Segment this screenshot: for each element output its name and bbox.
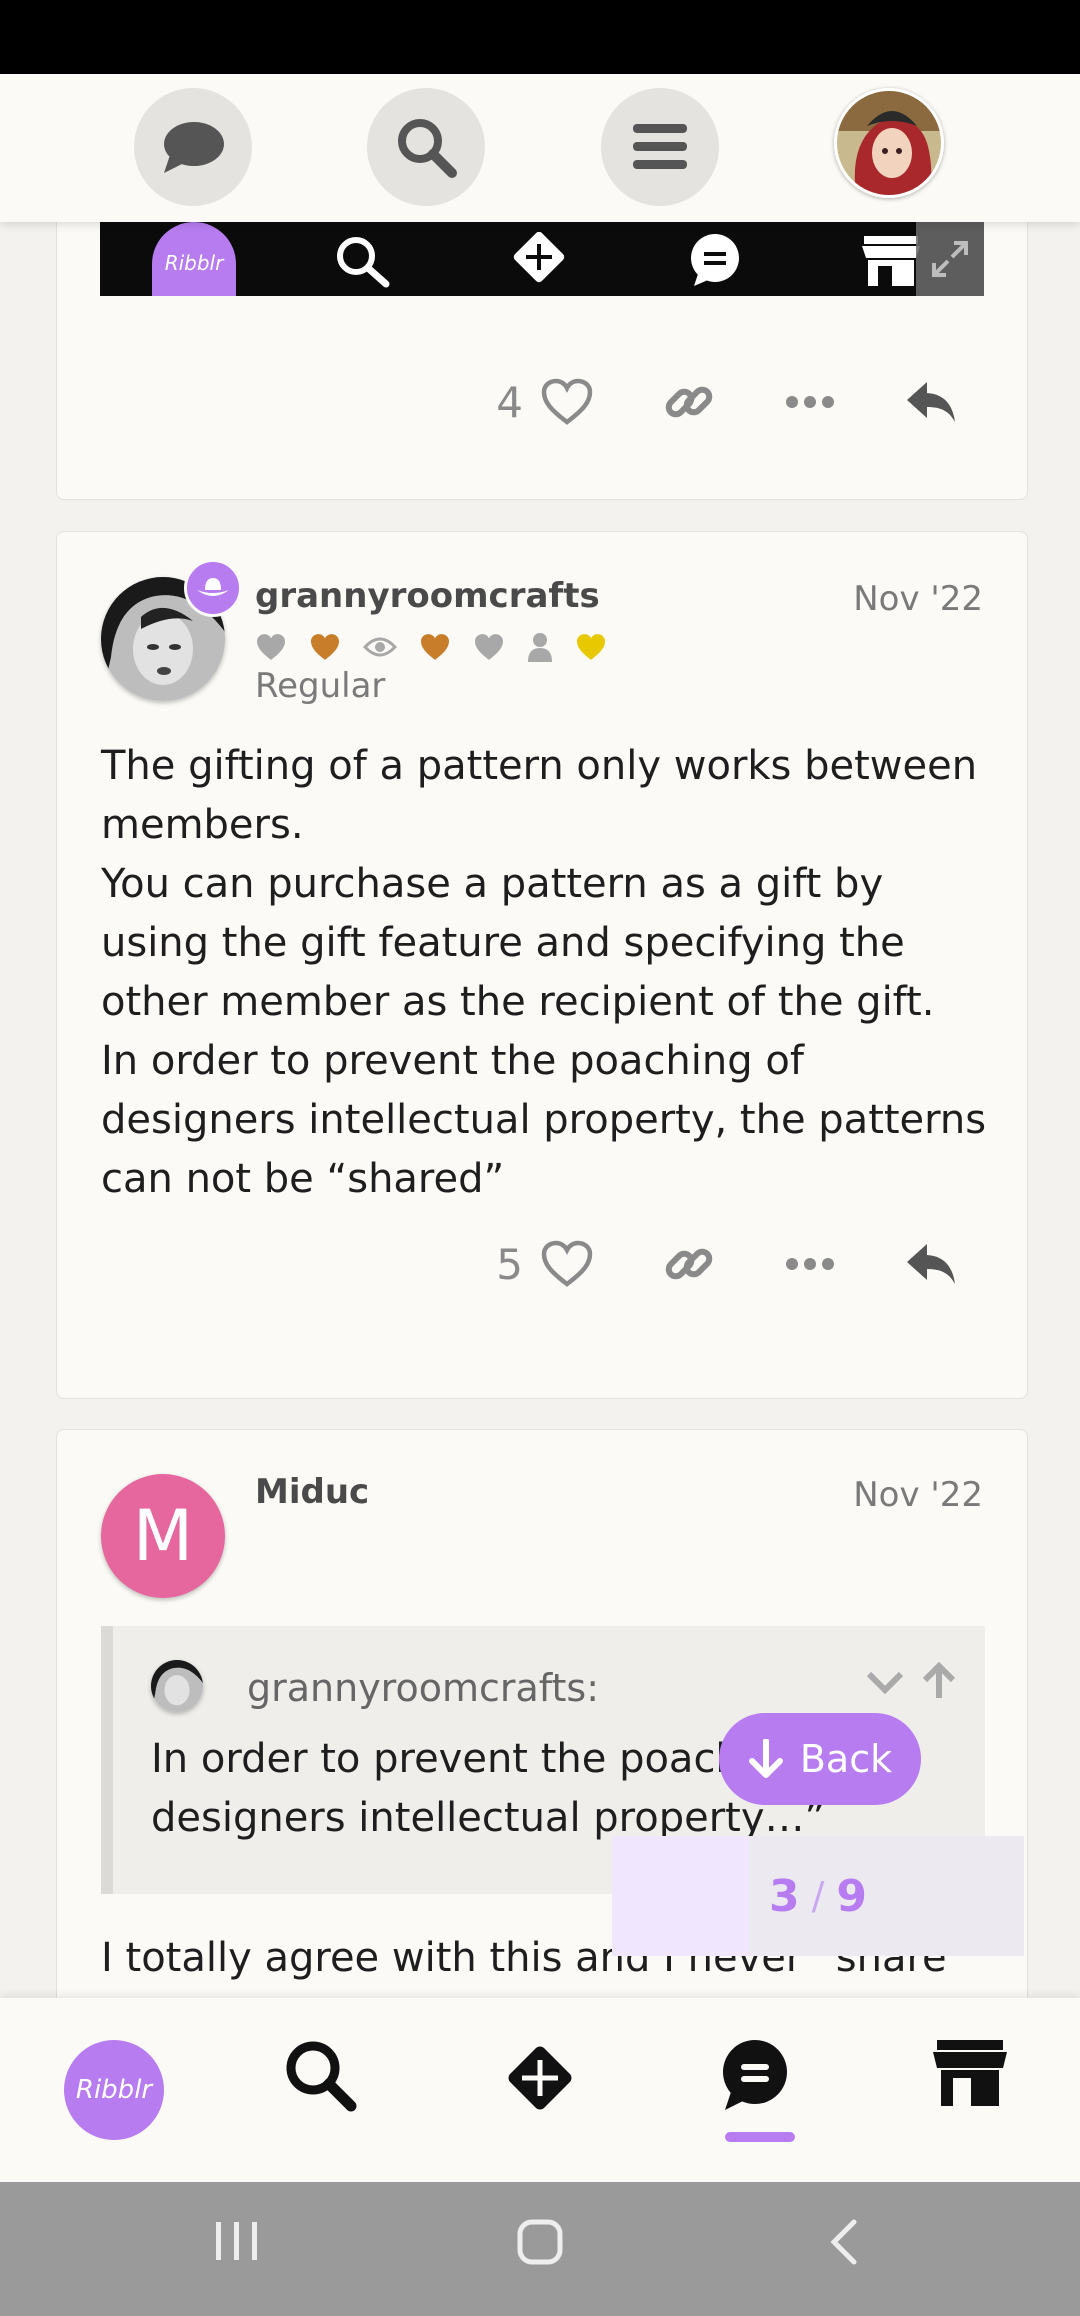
search-icon: [286, 2041, 357, 2112]
chat-icon: [723, 2040, 787, 2110]
link-icon: [665, 386, 713, 418]
heart-badge-icon: [419, 633, 451, 661]
embedded-image[interactable]: Ribblr: [100, 222, 984, 296]
hat-icon: [197, 578, 229, 596]
like-count: 5: [496, 1239, 523, 1289]
heart-badge-icon: [575, 633, 607, 661]
progress-current: 3: [768, 1870, 800, 1922]
copy-link-button[interactable]: [663, 376, 715, 428]
heart-icon: [541, 378, 593, 425]
nav-patterns-button[interactable]: [500, 2038, 580, 2118]
home-button[interactable]: [516, 2218, 564, 2270]
search-icon: [398, 119, 457, 178]
user-flair-badge: [184, 559, 242, 617]
chat-bubble-icon: [164, 122, 224, 173]
post-paragraph: You can purchase a pattern as a gift by …: [101, 861, 935, 1025]
nav-search-button[interactable]: [283, 2038, 357, 2112]
post-author-name[interactable]: grannyroomcrafts: [255, 576, 600, 616]
more-options-button[interactable]: [785, 395, 835, 409]
more-options-button[interactable]: [785, 1257, 835, 1271]
progress-separator: /: [811, 1874, 825, 1918]
ellipsis-icon: [786, 1258, 834, 1270]
reply-icon: [907, 382, 955, 422]
recent-apps-button[interactable]: [214, 2218, 260, 2268]
post-card: grannyroomcrafts Nov '22 Regular The gif…: [56, 531, 1028, 1399]
progress-total: 9: [836, 1870, 868, 1922]
post-date[interactable]: Nov '22: [853, 579, 983, 619]
link-icon: [665, 1248, 713, 1280]
hamburger-menu-icon: [633, 124, 687, 169]
patterns-icon: [508, 2046, 572, 2110]
back-button-label: Back: [799, 1737, 893, 1781]
like-button[interactable]: [541, 1240, 593, 1288]
reply-button[interactable]: [905, 380, 957, 424]
back-button[interactable]: Back: [719, 1713, 921, 1805]
embed-logo: Ribblr: [152, 222, 236, 296]
recent-apps-icon: [216, 2222, 257, 2260]
heart-badge-icon: [255, 633, 287, 661]
progress-text: 3 / 9: [612, 1836, 1024, 1956]
jump-to-quote-button[interactable]: [921, 1661, 957, 1704]
heart-icon: [541, 1240, 593, 1287]
avatar-letter: M: [132, 1495, 194, 1577]
bottom-nav: Ribblr: [0, 1998, 1080, 2182]
active-tab-indicator: [725, 2132, 795, 2142]
arrow-down-icon: [748, 1739, 783, 1778]
system-navigation-bar: [0, 2182, 1080, 2316]
quote-author-avatar: [151, 1660, 203, 1712]
chevron-down-icon: [866, 1671, 904, 1695]
embed-patterns-icon: [508, 231, 570, 292]
search-button[interactable]: [367, 88, 485, 206]
user-avatar-image: [837, 91, 941, 195]
menu-button[interactable]: [601, 88, 719, 206]
chat-button[interactable]: [134, 88, 252, 206]
status-bar: [0, 0, 1080, 74]
quote-author-name[interactable]: grannyroomcrafts:: [247, 1666, 599, 1710]
like-count: 4: [496, 377, 523, 427]
shop-icon: [933, 2040, 1007, 2106]
author-avatar[interactable]: M: [101, 1474, 225, 1598]
home-icon: [517, 2219, 563, 2265]
chevron-left-icon: [830, 2219, 857, 2265]
topic-progress[interactable]: 3 / 9: [612, 1836, 1024, 1956]
nav-chat-button[interactable]: [717, 2038, 793, 2112]
copy-link-button[interactable]: [663, 1238, 715, 1290]
embed-chat-icon: [684, 232, 746, 292]
user-avatar[interactable]: [834, 88, 944, 198]
ellipsis-icon: [786, 396, 834, 408]
eye-badge-icon: [363, 635, 397, 659]
like-button[interactable]: [541, 378, 593, 426]
post-actions: 5: [496, 1238, 957, 1290]
user-title: Regular: [255, 666, 386, 706]
arrow-up-icon: [922, 1661, 956, 1698]
reply-button[interactable]: [905, 1242, 957, 1286]
post-body: The gifting of a pattern only works betw…: [101, 737, 991, 1209]
post-paragraph: In order to prevent the poaching of desi…: [101, 1038, 987, 1202]
post-paragraph: The gifting of a pattern only works betw…: [101, 743, 978, 848]
home-logo-button[interactable]: Ribblr: [64, 2040, 164, 2140]
nav-shop-button[interactable]: [933, 2038, 1007, 2108]
expand-image-button[interactable]: [916, 222, 984, 296]
heart-badge-icon: [473, 633, 505, 661]
post-actions: 4: [496, 376, 957, 428]
system-back-button[interactable]: [826, 2218, 860, 2270]
user-badges: [255, 632, 629, 662]
embed-shop-icon: [860, 232, 922, 292]
reply-icon: [907, 1244, 955, 1284]
heart-badge-icon: [309, 633, 341, 661]
expand-icon: [932, 241, 968, 277]
expand-quote-button[interactable]: [865, 1670, 905, 1700]
top-header: [0, 74, 1080, 222]
person-badge-icon: [527, 632, 553, 662]
embed-search-icon: [332, 232, 392, 292]
post-date[interactable]: Nov '22: [853, 1475, 983, 1515]
post-author-name[interactable]: Miduc: [255, 1472, 369, 1512]
